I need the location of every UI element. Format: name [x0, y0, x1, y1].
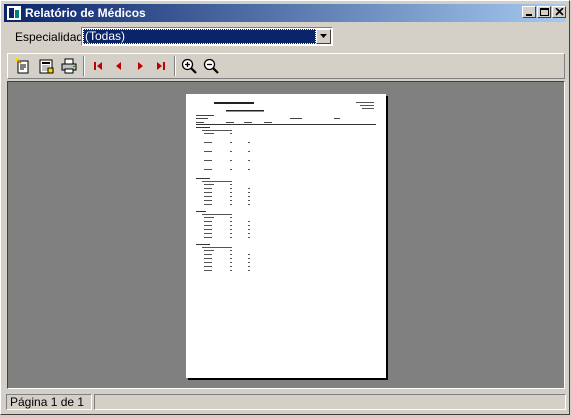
- print-button[interactable]: [59, 56, 79, 76]
- maximize-icon: [540, 8, 549, 16]
- page-setup-button[interactable]: [13, 56, 33, 76]
- maximize-button[interactable]: [537, 6, 551, 18]
- page-setup-icon: [15, 58, 29, 74]
- specialty-combobox[interactable]: (Todas): [81, 27, 333, 46]
- specialty-filter-row: Especialidade: (Todas): [1, 25, 571, 49]
- first-page-icon: [94, 62, 102, 70]
- close-icon: [555, 8, 564, 16]
- specialty-selected-value[interactable]: (Todas): [83, 29, 316, 44]
- status-empty-panel: [94, 394, 566, 410]
- previous-page-button[interactable]: [109, 56, 129, 76]
- report-setup-icon: [39, 59, 54, 74]
- report-toolbar: [7, 53, 565, 79]
- close-button[interactable]: [552, 6, 566, 18]
- next-page-button[interactable]: [130, 56, 150, 76]
- report-setup-button[interactable]: [36, 56, 56, 76]
- zoom-out-icon: [203, 58, 219, 74]
- zoom-in-button[interactable]: [179, 56, 199, 76]
- zoom-out-button[interactable]: [201, 56, 221, 76]
- report-page-thumbnail: [186, 94, 386, 378]
- report-window: Relatório de Médicos Especialidade: (Tod…: [0, 0, 570, 415]
- next-page-icon: [138, 62, 143, 70]
- chevron-down-icon: [320, 34, 327, 38]
- toolbar-separator: [174, 56, 176, 76]
- print-icon: [61, 58, 77, 74]
- report-page-content: [196, 102, 376, 271]
- last-page-icon: [157, 62, 165, 70]
- status-bar: Página 1 de 1: [4, 393, 566, 411]
- window-title: Relatório de Médicos: [25, 6, 146, 20]
- title-bar[interactable]: Relatório de Médicos: [4, 4, 566, 22]
- first-page-button[interactable]: [88, 56, 108, 76]
- minimize-icon: [526, 14, 532, 16]
- zoom-in-icon: [181, 58, 197, 74]
- toolbar-separator: [83, 56, 85, 76]
- page-indicator: Página 1 de 1: [6, 394, 92, 410]
- minimize-button[interactable]: [522, 6, 536, 18]
- dropdown-button[interactable]: [316, 29, 331, 44]
- report-app-icon: [7, 6, 21, 20]
- report-preview-area[interactable]: [7, 81, 565, 389]
- previous-page-icon: [116, 62, 121, 70]
- last-page-button[interactable]: [151, 56, 171, 76]
